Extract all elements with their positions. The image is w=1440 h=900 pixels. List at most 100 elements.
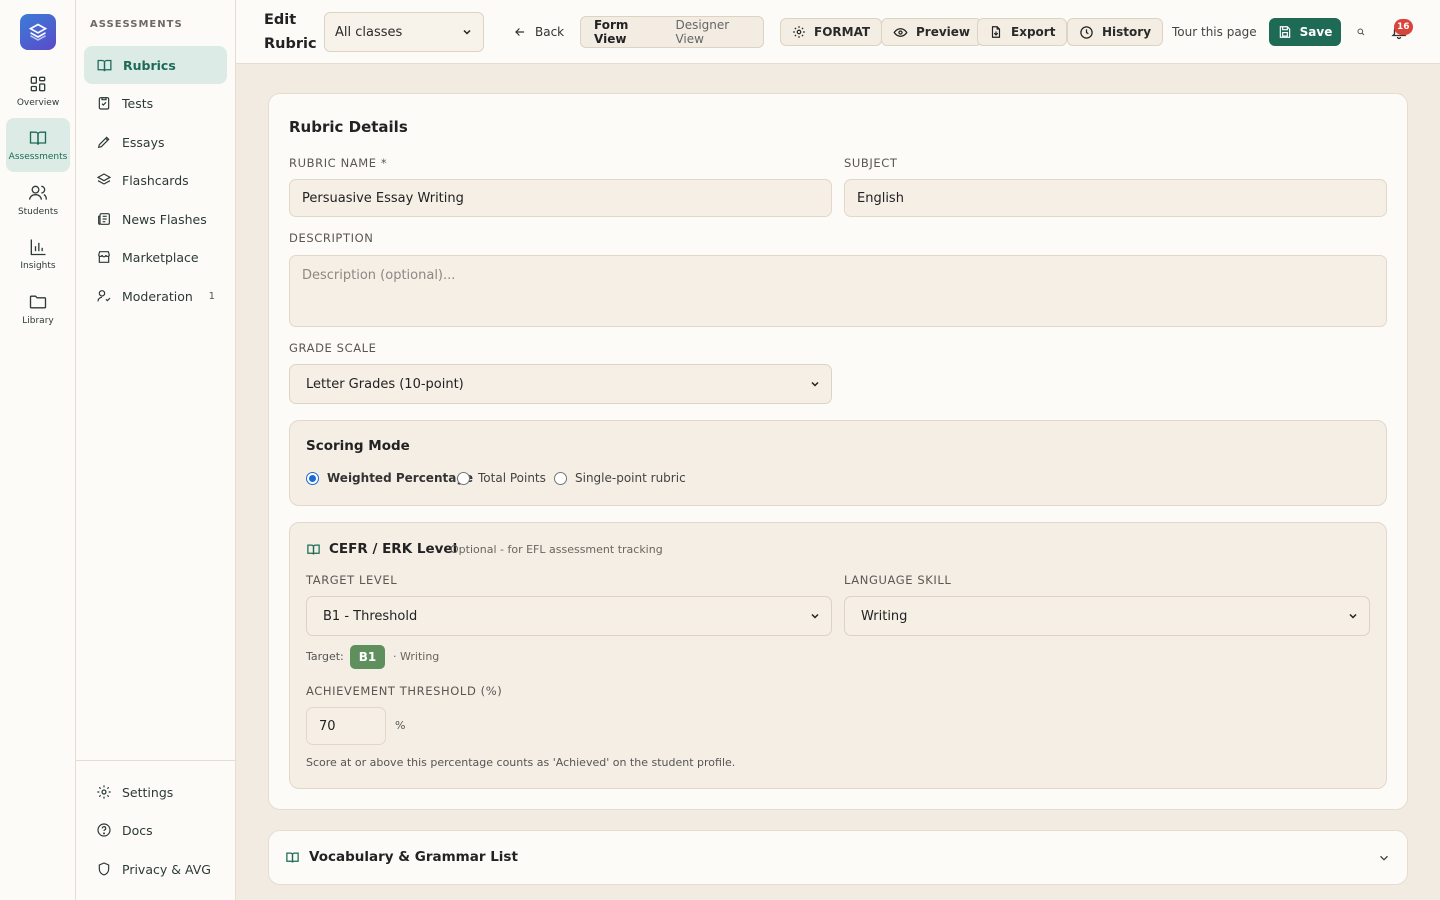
format-label: FORMAT [814, 25, 871, 39]
sidebar-item-tests[interactable]: Tests [84, 84, 227, 122]
history-button[interactable]: History [1067, 18, 1164, 46]
rail-label: Assessments [8, 152, 68, 162]
target-level-label: TARGET LEVEL [306, 573, 398, 587]
app-logo-icon[interactable] [20, 14, 56, 50]
sidebar-item-news-flashes[interactable]: News Flashes [84, 200, 227, 238]
page-title: Edit Rubric [264, 12, 317, 52]
tour-link[interactable]: Tour this page [1172, 20, 1257, 44]
user-check-icon [97, 290, 111, 302]
tab-designer-view[interactable]: Designer View [665, 18, 760, 46]
rail-label: Insights [20, 261, 56, 271]
assessments-sidebar: ASSESSMENTS Rubrics Tests Essays Flashca… [76, 0, 236, 900]
sidebar-item-settings[interactable]: Settings [84, 773, 227, 811]
language-skill-select[interactable]: Writing [844, 596, 1370, 636]
book-open-icon [307, 544, 320, 555]
preview-button[interactable]: Preview [881, 18, 983, 46]
radio-total-points[interactable]: Total Points [457, 471, 546, 485]
arrow-left-icon [515, 28, 525, 36]
sidebar-item-rubrics[interactable]: Rubrics [84, 46, 227, 84]
format-button[interactable]: FORMAT [780, 18, 883, 46]
save-button[interactable]: Save [1269, 18, 1341, 46]
dashboard-icon [30, 76, 46, 92]
users-icon [29, 185, 47, 200]
target-level-select[interactable]: B1 - Threshold [306, 596, 832, 636]
description-textarea[interactable]: Description (optional)... [289, 255, 1387, 327]
rail-label: Students [17, 207, 59, 217]
threshold-label: ACHIEVEMENT THRESHOLD (%) [306, 684, 503, 698]
subject-label: SUBJECT [844, 156, 898, 170]
scoring-mode-panel: Scoring Mode Weighted Percentage Total P… [289, 420, 1387, 506]
sidebar-item-docs[interactable]: Docs [84, 811, 227, 849]
class-select[interactable]: All classes [324, 12, 484, 52]
sidebar-item-label: Moderation [122, 288, 193, 304]
gear-icon [97, 785, 111, 799]
rubric-name-input[interactable]: Persuasive Essay Writing [289, 179, 832, 217]
book-open-icon [286, 852, 299, 863]
threshold-input[interactable]: 70 [306, 707, 386, 745]
search-icon[interactable] [1357, 28, 1365, 36]
sidebar-item-label: News Flashes [122, 211, 207, 227]
save-label: Save [1299, 25, 1333, 39]
radio-label: Total Points [478, 471, 546, 485]
icon-rail: Overview Assessments Students Insights L… [0, 0, 76, 900]
notification-badge: 16 [1394, 19, 1413, 35]
radio-dot [457, 471, 470, 485]
radio-single-point[interactable]: Single-point rubric [554, 471, 686, 485]
sidebar-heading: ASSESSMENTS [90, 19, 183, 30]
rail-item-overview[interactable]: Overview [6, 64, 70, 118]
sidebar-item-label: Rubrics [123, 57, 176, 73]
vocabulary-title: Vocabulary & Grammar List [309, 849, 518, 865]
sidebar-item-marketplace[interactable]: Marketplace [84, 238, 227, 276]
radio-weighted-percentage[interactable]: Weighted Percentage [306, 471, 473, 485]
language-skill-value: Writing [861, 608, 908, 624]
back-button[interactable]: Back [513, 20, 564, 44]
radio-label: Weighted Percentage [327, 471, 474, 485]
layers-icon [96, 173, 112, 185]
store-icon [98, 251, 110, 263]
scoring-mode-title: Scoring Mode [306, 438, 410, 454]
radio-dot [306, 471, 319, 485]
grade-scale-select[interactable]: Letter Grades (10-point) [289, 364, 832, 404]
rail-item-insights[interactable]: Insights [6, 227, 70, 281]
rail-label: Library [22, 316, 54, 326]
rail-label: Overview [16, 98, 60, 108]
threshold-help: Score at or above this percentage counts… [306, 756, 736, 769]
rubric-details-card: Rubric Details RUBRIC NAME * Persuasive … [268, 93, 1408, 810]
vocabulary-accordion[interactable]: Vocabulary & Grammar List [268, 830, 1408, 885]
grade-scale-label: GRADE SCALE [289, 341, 377, 355]
cefr-panel: CEFR / ERK Level Optional - for EFL asse… [289, 522, 1387, 789]
description-label: DESCRIPTION [289, 231, 374, 245]
preview-label: Preview [916, 25, 971, 39]
sidebar-divider [76, 760, 236, 761]
sidebar-item-flashcards[interactable]: Flashcards [84, 161, 227, 199]
sidebar-item-privacy[interactable]: Privacy & AVG [84, 850, 227, 888]
tab-form-view[interactable]: Form View [584, 18, 666, 46]
folder-icon [29, 295, 47, 309]
radio-dot [554, 471, 567, 485]
rail-item-library[interactable]: Library [6, 282, 70, 336]
radio-label: Single-point rubric [575, 471, 686, 485]
bar-chart-icon [30, 239, 46, 256]
cefr-subtitle: Optional - for EFL assessment tracking [450, 543, 663, 556]
target-prefix: Target: [306, 650, 344, 663]
section-title: Rubric Details [289, 118, 408, 136]
newspaper-icon [98, 213, 110, 225]
rubric-name-label: RUBRIC NAME * [289, 156, 388, 170]
moderation-count: 1 [208, 290, 215, 302]
chevron-down-icon[interactable] [1377, 851, 1391, 865]
chevron-down-icon [811, 613, 819, 619]
class-select-value: All classes [335, 24, 403, 40]
sidebar-item-moderation[interactable]: Moderation 1 [84, 277, 227, 315]
target-level-value: B1 - Threshold [323, 608, 418, 624]
sidebar-item-essays[interactable]: Essays [84, 123, 227, 161]
subject-input[interactable]: English [844, 179, 1387, 217]
chevron-down-icon [811, 381, 819, 387]
rail-item-assessments[interactable]: Assessments [6, 118, 70, 172]
sidebar-item-label: Tests [122, 95, 154, 111]
rail-item-students[interactable]: Students [6, 173, 70, 227]
clipboard-check-icon [98, 97, 110, 110]
sidebar-item-label: Settings [122, 784, 174, 800]
chevron-down-icon [463, 29, 471, 35]
eye-icon [893, 27, 908, 37]
export-button[interactable]: Export [977, 18, 1068, 46]
